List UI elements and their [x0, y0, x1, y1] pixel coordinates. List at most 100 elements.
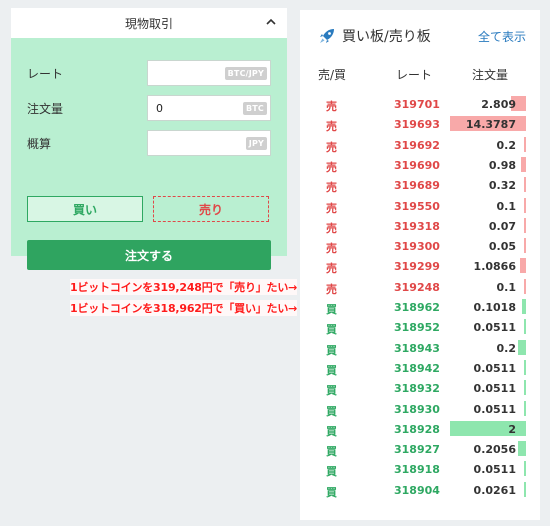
ask-row[interactable]: 売 319248 0.1 — [300, 277, 540, 297]
bid-row[interactable]: 買 318952 0.0511 — [300, 317, 540, 337]
row-side: 売 — [326, 140, 337, 154]
row-rate: 319300 — [394, 240, 440, 254]
row-quantity: 0.2 — [496, 138, 517, 152]
depth-bar — [524, 461, 526, 477]
ask-row[interactable]: 売 319318 0.07 — [300, 216, 540, 236]
ask-row[interactable]: 売 319550 0.1 — [300, 196, 540, 216]
row-rate: 319550 — [394, 199, 440, 213]
estimate-label: 概算 — [27, 137, 52, 151]
row-rate: 319248 — [394, 280, 440, 294]
depth-bar — [524, 400, 526, 416]
row-side: 買 — [326, 323, 337, 337]
row-side: 売 — [326, 282, 337, 296]
bid-row[interactable]: 買 318962 0.1018 — [300, 297, 540, 317]
estimate-input[interactable]: JPY — [147, 130, 271, 156]
row-quantity: 0.0261 — [473, 483, 516, 497]
row-rate: 319692 — [394, 138, 440, 152]
row-rate: 318943 — [394, 341, 440, 355]
row-rate: 318904 — [394, 483, 440, 497]
row-rate: 318928 — [394, 422, 440, 436]
bid-row[interactable]: 買 318918 0.0511 — [300, 459, 540, 479]
row-side: 買 — [326, 303, 337, 316]
ask-row[interactable]: 売 319692 0.2 — [300, 135, 540, 155]
depth-bar — [518, 441, 526, 457]
row-side: 買 — [326, 465, 337, 479]
bid-row[interactable]: 買 318930 0.0511 — [300, 399, 540, 419]
column-header-side: 売/買 — [318, 68, 347, 82]
row-quantity: 0.98 — [488, 158, 516, 172]
estimate-row: 概算 JPY — [27, 130, 271, 156]
chevron-up-icon[interactable] — [265, 16, 277, 28]
depth-bar — [524, 481, 526, 497]
bid-row[interactable]: 買 318943 0.2 — [300, 338, 540, 358]
column-header-quantity: 注文量 — [471, 68, 508, 82]
row-rate: 318930 — [394, 402, 440, 416]
amount-unit-tag: BTC — [242, 102, 267, 115]
bid-row[interactable]: 買 318904 0.0261 — [300, 480, 540, 500]
column-header-rate: レート — [396, 68, 433, 82]
depth-bar — [524, 359, 526, 375]
row-side: 売 — [326, 160, 337, 174]
row-quantity: 0.0511 — [473, 402, 516, 416]
trade-panel-title: 現物取引 — [124, 16, 173, 31]
bid-row[interactable]: 買 318928 2 — [300, 419, 540, 439]
row-rate: 319693 — [394, 118, 440, 132]
depth-bar — [524, 380, 526, 396]
row-side: 売 — [326, 120, 337, 134]
row-quantity: 14.3787 — [465, 118, 516, 132]
row-quantity: 0.05 — [488, 240, 516, 254]
bid-row[interactable]: 買 318942 0.0511 — [300, 358, 540, 378]
ask-row[interactable]: 売 319300 0.05 — [300, 236, 540, 256]
row-quantity: 2 — [508, 422, 516, 436]
row-rate: 319701 — [394, 98, 440, 111]
row-side: 買 — [326, 424, 337, 438]
rate-input[interactable]: BTC/JPY — [147, 60, 271, 86]
depth-bar — [524, 217, 526, 233]
show-all-link[interactable]: 全て表示 — [478, 28, 526, 45]
spot-trade-panel: 現物取引 レート BTC/JPY 注文量 0 BTC 概算 JPY 買い 売り … — [11, 8, 287, 270]
row-quantity: 0.1018 — [473, 301, 516, 314]
bid-row[interactable]: 買 318932 0.0511 — [300, 378, 540, 398]
ask-row[interactable]: 売 319693 14.3787 — [300, 114, 540, 134]
bid-row[interactable]: 買 318927 0.2056 — [300, 439, 540, 459]
row-side: 売 — [326, 262, 337, 276]
row-quantity: 0.0511 — [473, 463, 516, 477]
row-quantity: 0.1 — [496, 280, 517, 294]
trade-panel-header[interactable]: 現物取引 — [11, 8, 287, 38]
row-quantity: 0.07 — [488, 219, 516, 233]
depth-bar — [524, 197, 526, 213]
order-book-panel: 買い板/売り板 全て表示 売/買 レート 注文量 売 319701 2.809 売 31… — [300, 10, 540, 520]
depth-bar — [524, 278, 526, 294]
amount-label: 注文量 — [27, 102, 64, 116]
row-quantity: 1.0866 — [473, 260, 516, 274]
buy-side-button[interactable]: 買い — [27, 196, 143, 222]
depth-bar — [522, 299, 526, 314]
row-rate: 318942 — [394, 361, 440, 375]
amount-input[interactable]: 0 BTC — [147, 95, 271, 121]
ask-row[interactable]: 売 319701 2.809 — [300, 94, 540, 114]
estimate-unit-tag: JPY — [245, 137, 267, 150]
row-side: 売 — [326, 242, 337, 256]
sell-side-button[interactable]: 売り — [153, 196, 269, 222]
row-side: 買 — [326, 404, 337, 418]
depth-bar — [518, 339, 526, 355]
row-side: 買 — [326, 343, 337, 357]
row-rate: 318962 — [394, 301, 440, 314]
row-quantity: 0.0511 — [473, 382, 516, 396]
buy-annotation: 1ビットコインを318,962円で「買い」たい→ — [70, 300, 298, 316]
row-rate: 319689 — [394, 179, 440, 193]
depth-bar — [524, 136, 526, 152]
ask-row[interactable]: 売 319689 0.32 — [300, 175, 540, 195]
amount-value: 0 — [156, 102, 163, 115]
row-quantity: 0.2056 — [473, 443, 516, 457]
amount-row: 注文量 0 BTC — [27, 95, 271, 121]
place-order-button[interactable]: 注文する — [27, 240, 271, 270]
row-side: 売 — [326, 181, 337, 195]
order-book-title: 買い板/売り板 — [342, 29, 431, 45]
row-rate: 318932 — [394, 382, 440, 396]
rate-unit-tag: BTC/JPY — [224, 67, 267, 80]
depth-bar — [524, 238, 526, 254]
ask-row[interactable]: 売 319299 1.0866 — [300, 256, 540, 276]
row-quantity: 0.0511 — [473, 361, 516, 375]
ask-row[interactable]: 売 319690 0.98 — [300, 155, 540, 175]
